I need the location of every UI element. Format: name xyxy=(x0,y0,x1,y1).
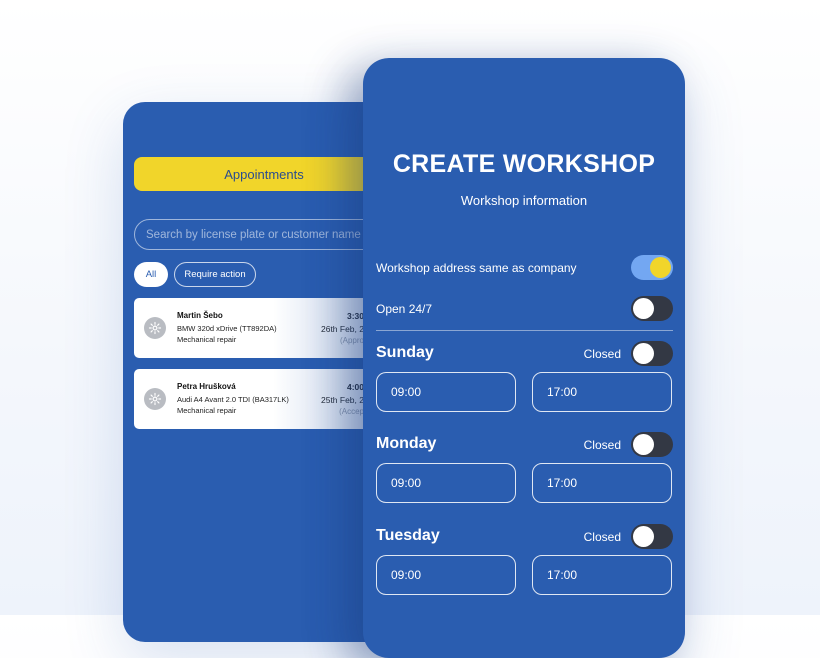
customer-name: Petra Hrušková xyxy=(177,382,236,391)
day-label-tuesday: Tuesday xyxy=(376,527,440,544)
service-type: Mechanical repair xyxy=(177,406,237,415)
sunday-close-time-field[interactable]: 17:00 xyxy=(532,372,672,412)
tuesday-closed-toggle[interactable] xyxy=(631,524,673,549)
filter-require-action-chip[interactable]: Require action xyxy=(174,262,256,287)
section-subtitle: Workshop information xyxy=(460,193,588,208)
filter-all-chip[interactable]: All xyxy=(134,262,168,287)
appointment-date: 25th Feb, 2 xyxy=(320,395,364,405)
time-value: 17:00 xyxy=(547,385,578,399)
page-title: CREATE WORKSHOP xyxy=(392,150,656,178)
same-address-toggle[interactable] xyxy=(631,255,673,280)
monday-closed-toggle[interactable] xyxy=(631,432,673,457)
appointment-status: (Appro xyxy=(339,336,364,345)
time-value: 17:00 xyxy=(547,568,578,582)
monday-close-time-field[interactable]: 17:00 xyxy=(532,463,672,503)
gear-icon xyxy=(144,388,166,410)
appointment-date: 26th Feb, 2 xyxy=(320,324,364,334)
day-label-monday: Monday xyxy=(376,435,437,452)
open-24-7-label: Open 24/7 xyxy=(376,302,433,316)
sunday-closed-toggle[interactable] xyxy=(631,341,673,366)
tuesday-close-time-field[interactable]: 17:00 xyxy=(532,555,672,595)
time-value: 09:00 xyxy=(391,476,422,490)
appointment-status: (Accep xyxy=(339,407,364,416)
time-value: 09:00 xyxy=(391,385,422,399)
open-24-7-toggle[interactable] xyxy=(631,296,673,321)
time-value: 17:00 xyxy=(547,476,578,490)
toggle-knob xyxy=(633,343,654,364)
appointment-time: 4:00 xyxy=(346,382,364,392)
time-value: 09:00 xyxy=(391,568,422,582)
closed-label: Closed xyxy=(583,438,621,452)
service-type: Mechanical repair xyxy=(177,335,237,344)
divider xyxy=(376,330,673,331)
appointment-time: 3:30 xyxy=(346,311,364,321)
toggle-knob xyxy=(633,526,654,547)
toggle-knob xyxy=(633,434,654,455)
sunday-open-time-field[interactable]: 09:00 xyxy=(376,372,516,412)
same-address-label: Workshop address same as company xyxy=(376,261,577,275)
day-label-sunday: Sunday xyxy=(376,344,434,361)
toggle-knob xyxy=(633,298,654,319)
customer-name: Martin Šebo xyxy=(177,311,223,320)
toggle-knob xyxy=(650,257,671,278)
create-workshop-screen: CREATE WORKSHOP Workshop information Wor… xyxy=(363,58,685,658)
search-placeholder: Search by license plate or customer name xyxy=(146,228,361,241)
vehicle-info: BMW 320d xDrive (TT892DA) xyxy=(177,324,277,333)
vehicle-info: Audi A4 Avant 2.0 TDI (BA317LK) xyxy=(177,395,289,404)
closed-label: Closed xyxy=(583,530,621,544)
monday-open-time-field[interactable]: 09:00 xyxy=(376,463,516,503)
closed-label: Closed xyxy=(583,347,621,361)
gear-icon xyxy=(144,317,166,339)
tuesday-open-time-field[interactable]: 09:00 xyxy=(376,555,516,595)
